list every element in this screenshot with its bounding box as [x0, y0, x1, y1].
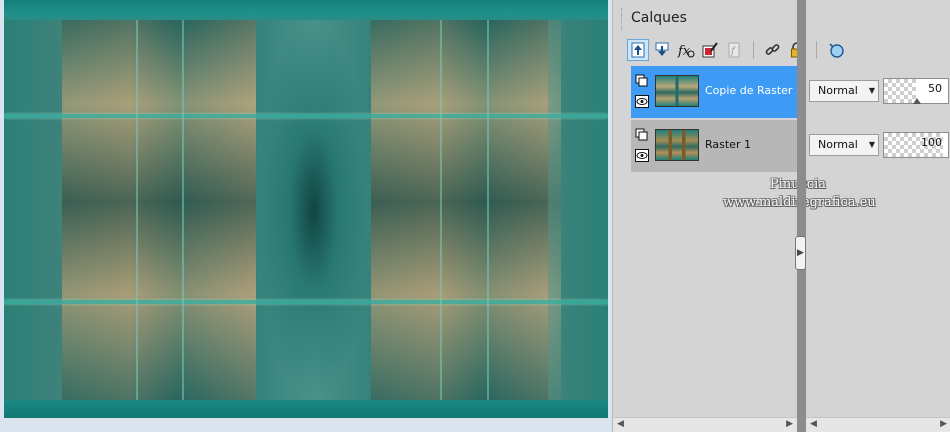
canvas-grid-line	[136, 20, 138, 400]
scroll-right-icon[interactable]: ▶	[940, 419, 947, 429]
visibility-eye-icon[interactable]	[635, 93, 649, 108]
scroll-left-icon[interactable]: ◀	[617, 419, 624, 429]
dropdown-arrow-icon: ▼	[868, 140, 875, 149]
layer-icons	[635, 126, 651, 166]
canvas-top-band	[4, 0, 608, 20]
layer-list: Copie de Raster 1 Raster 1	[631, 66, 803, 174]
canvas-center-rays	[256, 20, 371, 400]
palette-splitter[interactable]	[797, 0, 806, 432]
layer-row-raster-1[interactable]: Raster 1	[631, 120, 797, 172]
canvas-panel-left	[62, 20, 256, 400]
new-layer-icon[interactable]	[825, 39, 847, 61]
layer-icons	[635, 72, 651, 112]
splitter-handle[interactable]: ▶	[795, 236, 806, 270]
horizontal-scrollbar-right[interactable]: ◀ ▶	[806, 417, 950, 432]
chevron-right-icon: ▶	[797, 248, 804, 258]
opacity-value: 100	[921, 136, 942, 149]
opacity-slider[interactable]: 100	[883, 132, 949, 158]
opacity-slider[interactable]: 50	[883, 78, 949, 104]
document-window	[0, 0, 612, 432]
canvas-bottom-band	[4, 400, 608, 418]
canvas-grid-line	[440, 20, 442, 400]
layer-thumbnail	[655, 129, 699, 161]
link-icon[interactable]	[762, 39, 784, 61]
toolbar-separator	[753, 41, 754, 59]
canvas-panel-right	[371, 20, 561, 400]
layer-type-icon	[635, 72, 649, 87]
canvas-right-edge	[548, 20, 608, 400]
layer-name: Raster 1	[705, 138, 751, 151]
canvas-grid-line	[4, 114, 608, 118]
canvas-left-edge	[4, 20, 64, 400]
layer-thumbnail	[655, 75, 699, 107]
opacity-fill	[942, 133, 948, 157]
move-layer-down-icon[interactable]	[651, 39, 673, 61]
scroll-left-icon[interactable]: ◀	[810, 419, 817, 429]
canvas-grid-line	[182, 20, 184, 400]
layer-props-row: Normal ▼ 50	[809, 66, 950, 118]
layer-row-copie-de-raster-1[interactable]: Copie de Raster 1	[631, 66, 803, 118]
scroll-right-icon[interactable]: ▶	[786, 419, 793, 429]
blend-mode-value: Normal	[818, 138, 858, 151]
fx-effects-icon[interactable]: fx	[675, 39, 697, 61]
move-layer-up-icon[interactable]	[627, 39, 649, 61]
layer-type-icon	[635, 126, 649, 141]
group-icon[interactable]: f	[723, 39, 745, 61]
visibility-eye-icon[interactable]	[635, 147, 649, 162]
palette-title: Calques	[631, 10, 687, 26]
canvas-grid-line	[487, 20, 489, 400]
layer-properties-icon[interactable]	[699, 39, 721, 61]
opacity-value: 50	[928, 82, 942, 95]
blend-mode-select[interactable]: Normal ▼	[809, 134, 879, 156]
layer-name: Copie de Raster 1	[705, 84, 803, 97]
dropdown-arrow-icon: ▼	[868, 86, 875, 95]
image-canvas[interactable]	[4, 0, 608, 418]
blend-mode-select[interactable]: Normal ▼	[809, 80, 879, 102]
layers-palette: Calques fx f Copie de Raster 1 Raster 1 …	[612, 0, 950, 432]
layers-toolbar: fx f	[627, 38, 847, 62]
layer-props-row: Normal ▼ 100	[809, 120, 950, 172]
toolbar-separator	[816, 41, 817, 59]
opacity-marker[interactable]	[913, 98, 921, 104]
blend-mode-value: Normal	[818, 84, 858, 97]
palette-grip[interactable]	[621, 8, 624, 30]
canvas-grid-line	[4, 300, 608, 304]
horizontal-scrollbar-left[interactable]: ◀ ▶	[613, 417, 797, 432]
